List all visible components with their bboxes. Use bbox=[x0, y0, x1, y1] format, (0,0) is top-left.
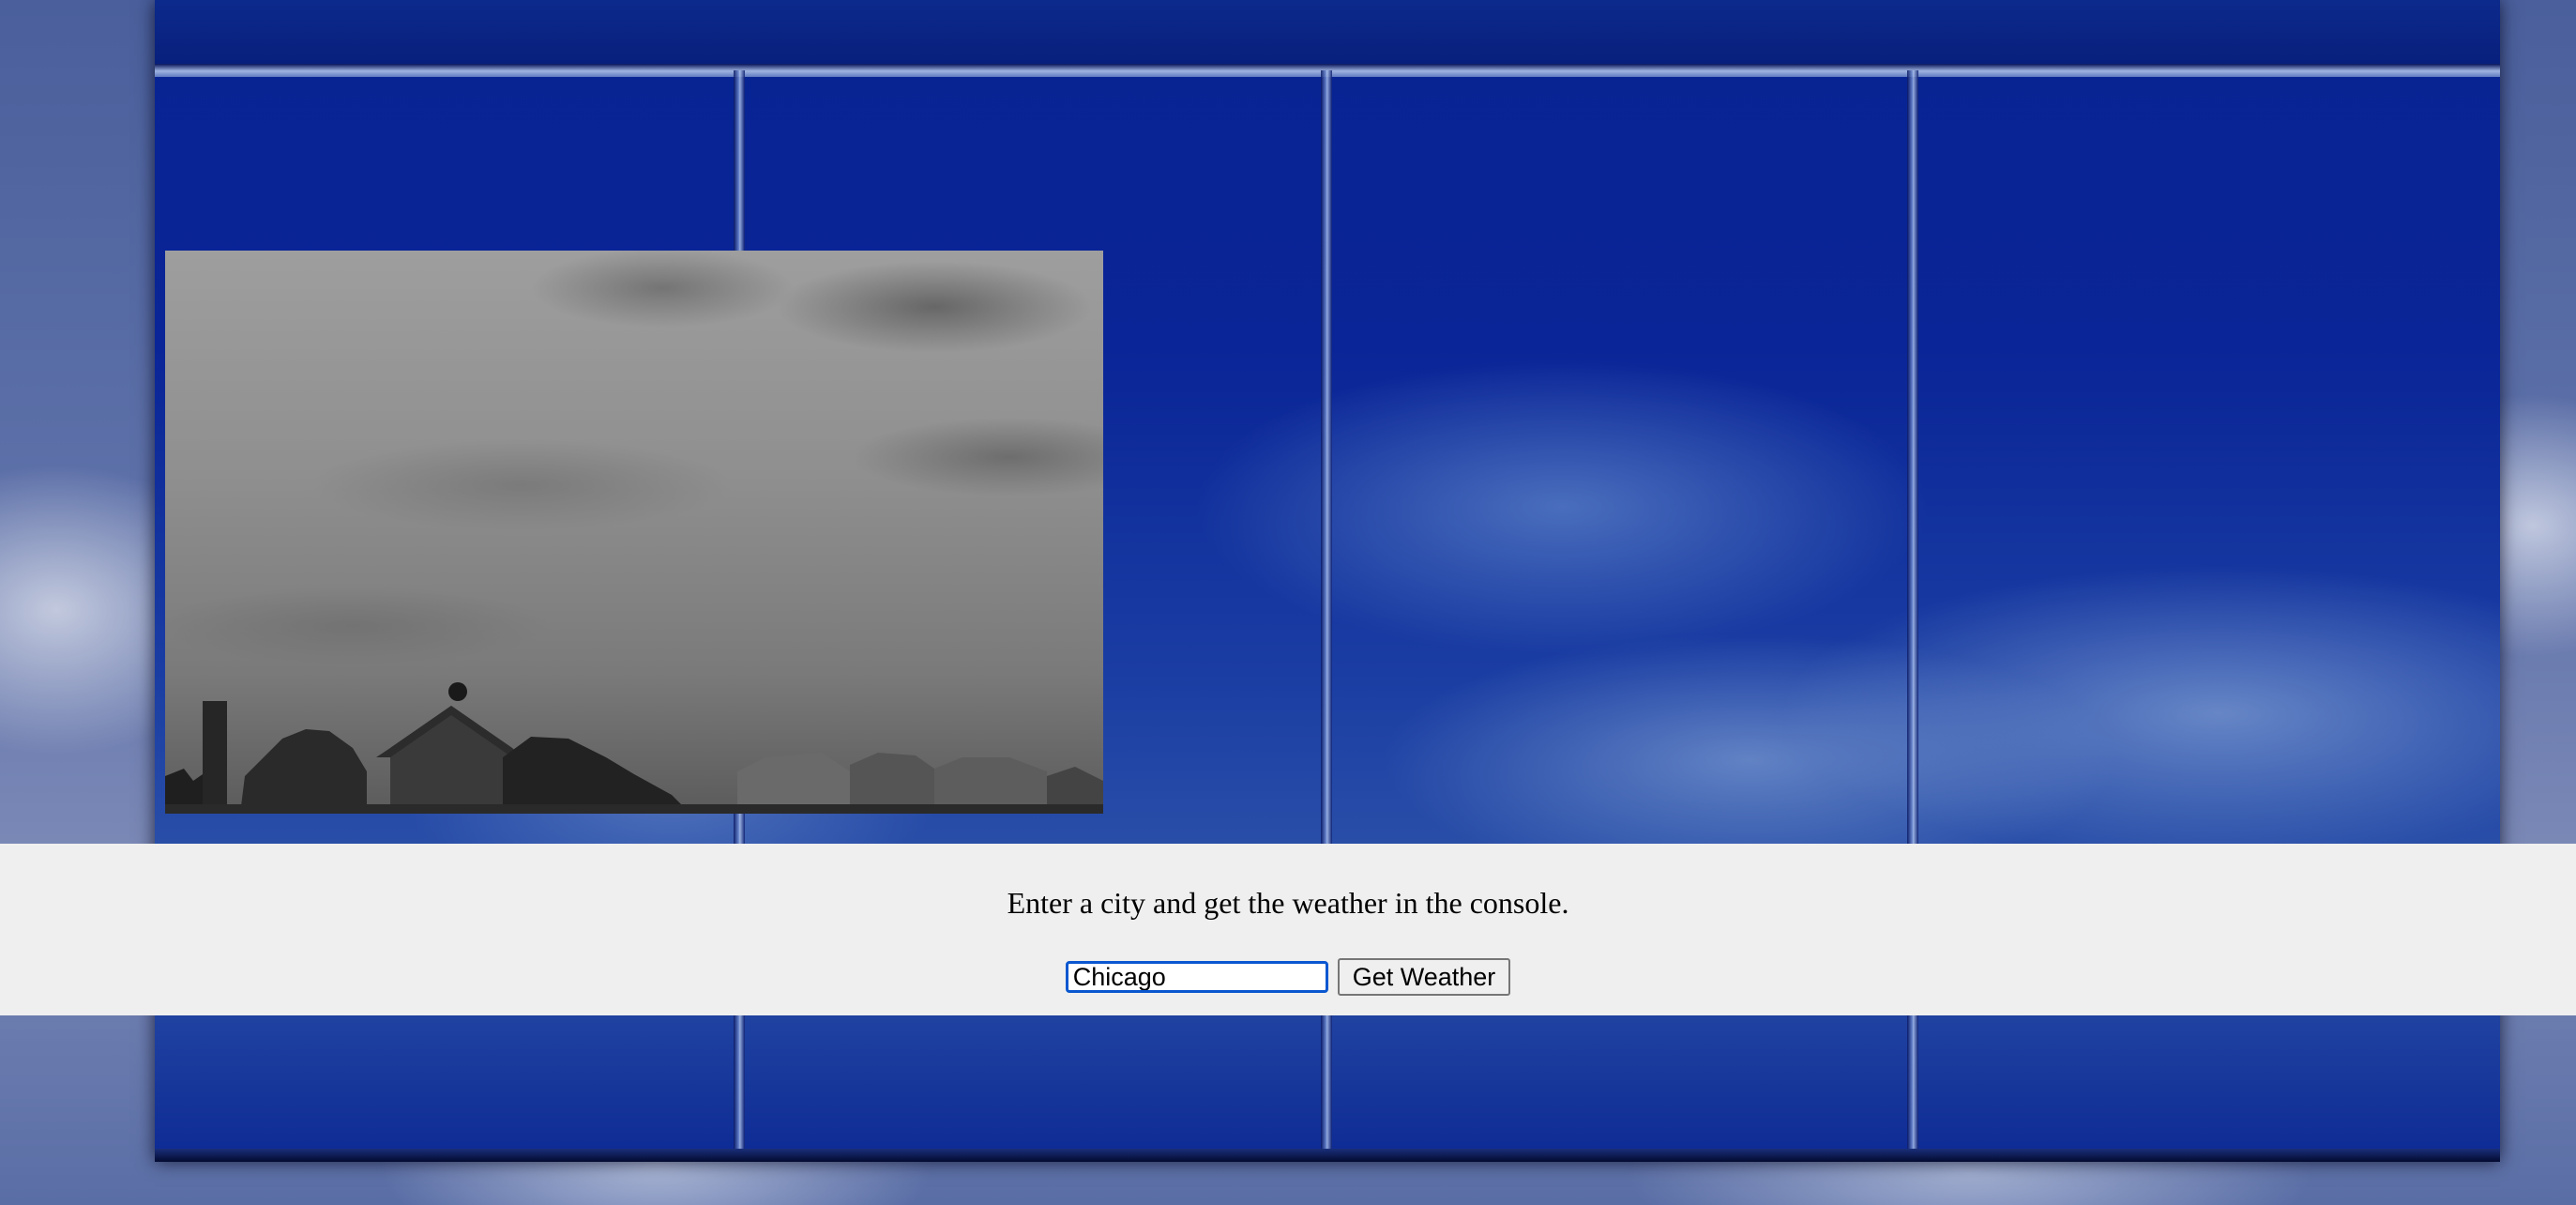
weather-photo bbox=[165, 251, 1103, 814]
get-weather-button[interactable]: Get Weather bbox=[1337, 958, 1511, 996]
window-top-band bbox=[155, 0, 2500, 66]
city-input[interactable] bbox=[1065, 961, 1328, 993]
skyline-silhouette bbox=[165, 682, 1103, 814]
weather-form: Enter a city and get the weather in the … bbox=[0, 844, 2576, 1015]
instruction-text: Enter a city and get the weather in the … bbox=[1007, 886, 1569, 920]
window-bottom-frame bbox=[155, 1149, 2500, 1162]
form-controls: Get Weather bbox=[0, 958, 2576, 996]
